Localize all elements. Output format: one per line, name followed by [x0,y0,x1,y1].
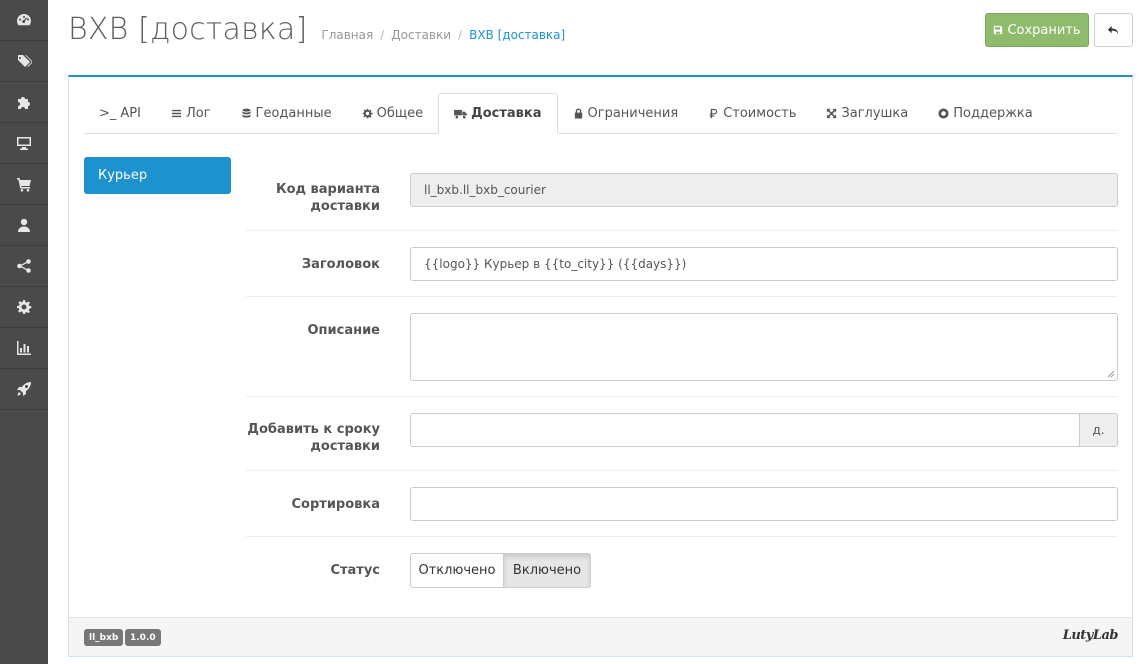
description-label: Описание [307,323,380,338]
description-textarea[interactable] [410,313,1118,381]
sidebar-item-extensions[interactable] [0,82,48,123]
user-icon [18,218,30,232]
sidebar [0,0,48,664]
dashboard-icon [17,14,31,26]
breadcrumb: Главная / Доставки / BXB [доставка] [321,28,565,42]
breadcrumb-separator: / [380,28,385,42]
sidebar-item-sales[interactable] [0,164,48,205]
arrows-icon [827,108,837,118]
sidebar-item-system[interactable] [0,287,48,328]
list-icon [171,109,182,117]
cart-icon [17,178,31,192]
add-days-field[interactable] [410,413,1080,447]
status-on-button[interactable]: Включено [504,553,591,588]
tab-label: Геоданные [255,105,332,121]
save-button-label: Сохранить [1007,22,1081,38]
title-field[interactable]: {{logo}} Курьер в {{to_city}} ({{days}}) [410,247,1118,281]
tab-general[interactable]: Общее [347,93,439,133]
status-toggle: Отключено Включено [410,553,1118,588]
tab-api[interactable]: >_ API [84,93,156,133]
sidebar-item-dashboard[interactable] [0,0,48,41]
sort-field[interactable] [410,487,1118,521]
breadcrumb-home[interactable]: Главная [321,28,373,42]
tab-geodata[interactable]: Геоданные [226,93,347,133]
tab-cost[interactable]: Стоимость [693,93,811,133]
variant-nav: Курьер [84,157,231,194]
form-row-title: Заголовок {{logo}} Курьер в {{to_city}} … [246,231,1118,297]
sidebar-item-customers[interactable] [0,205,48,246]
tab-label: Стоимость [723,105,797,121]
form-row-code: Код варианта доставки ll_bxb.ll_bxb_cour… [246,157,1118,231]
monitor-icon [17,137,31,150]
vendor-logo: LutyLab [1062,628,1119,643]
save-icon [994,25,1003,35]
module-badge: ll_bxb [84,629,124,646]
tab-label: Заглушка [841,105,909,121]
form-row-description: Описание [246,297,1118,397]
title-label: Заголовок [301,257,380,272]
settings-panel: >_ API Лог Геоданные Общее Доставка Огра… [68,75,1133,657]
tab-label: Доставка [471,106,542,121]
gear-icon [362,108,373,118]
tab-log[interactable]: Лог [156,93,226,133]
gear-icon [17,300,32,314]
tab-label: Поддержка [953,105,1033,121]
page-title: BXB [доставка] [68,12,308,47]
tab-label: Лог [185,105,211,121]
form-row-status: Статус Отключено Включено [246,537,1118,603]
rocket-icon [17,382,31,396]
tab-support[interactable]: Поддержка [923,93,1048,133]
sort-label: Сортировка [291,497,380,512]
breadcrumb-separator: / [458,28,463,42]
sidebar-item-catalog[interactable] [0,41,48,82]
share-icon [17,259,31,273]
version-badge: 1.0.0 [125,629,161,646]
code-label: Код варианта доставки [275,182,380,214]
status-off-button[interactable]: Отключено [410,553,504,588]
days-unit-addon: д. [1080,413,1118,447]
shipping-form: Код варианта доставки ll_bxb.ll_bxb_cour… [246,157,1118,603]
tab-shipping[interactable]: Доставка [438,93,558,134]
bar-chart-icon [17,341,31,355]
panel-footer: ll_bxb 1.0.0 LutyLab [69,617,1132,656]
database-icon [241,108,251,118]
variant-nav-item-courier[interactable]: Курьер [84,157,231,194]
resize-handle-icon[interactable] [1107,370,1115,378]
tab-stub[interactable]: Заглушка [811,93,923,133]
tab-label: Общее [376,105,424,121]
puzzle-icon [18,97,30,109]
undo-icon [1107,25,1119,34]
ruble-icon [710,108,718,118]
lock-icon [574,107,582,119]
tab-label: API [120,105,141,121]
add-days-label: Добавить к сроку доставки [247,422,380,454]
tabs-bar: >_ API Лог Геоданные Общее Доставка Огра… [84,93,1117,134]
form-row-sort: Сортировка [246,471,1118,537]
sidebar-item-reports[interactable] [0,328,48,369]
code-field[interactable]: ll_bxb.ll_bxb_courier [410,173,1118,207]
tags-icon [17,55,32,67]
form-row-add-days: Добавить к сроку доставки д. [246,397,1118,471]
breadcrumb-current[interactable]: BXB [доставка] [469,28,565,42]
breadcrumb-shipping[interactable]: Доставки [391,28,451,42]
back-button[interactable] [1094,13,1133,47]
sidebar-item-marketing[interactable] [0,246,48,287]
sidebar-item-design[interactable] [0,123,48,164]
tab-label: Ограничения [587,105,679,121]
page-header: BXB [доставка] Главная / Доставки / BXB … [68,12,565,47]
main-area: BXB [доставка] Главная / Доставки / BXB … [48,0,1140,664]
tab-restrictions[interactable]: Ограничения [558,93,694,133]
save-button[interactable]: Сохранить [985,13,1089,47]
lifebuoy-icon [938,107,949,119]
truck-icon [454,109,468,119]
terminal-icon: >_ [99,105,117,121]
status-label: Статус [330,563,380,578]
sidebar-item-launch[interactable] [0,369,48,410]
